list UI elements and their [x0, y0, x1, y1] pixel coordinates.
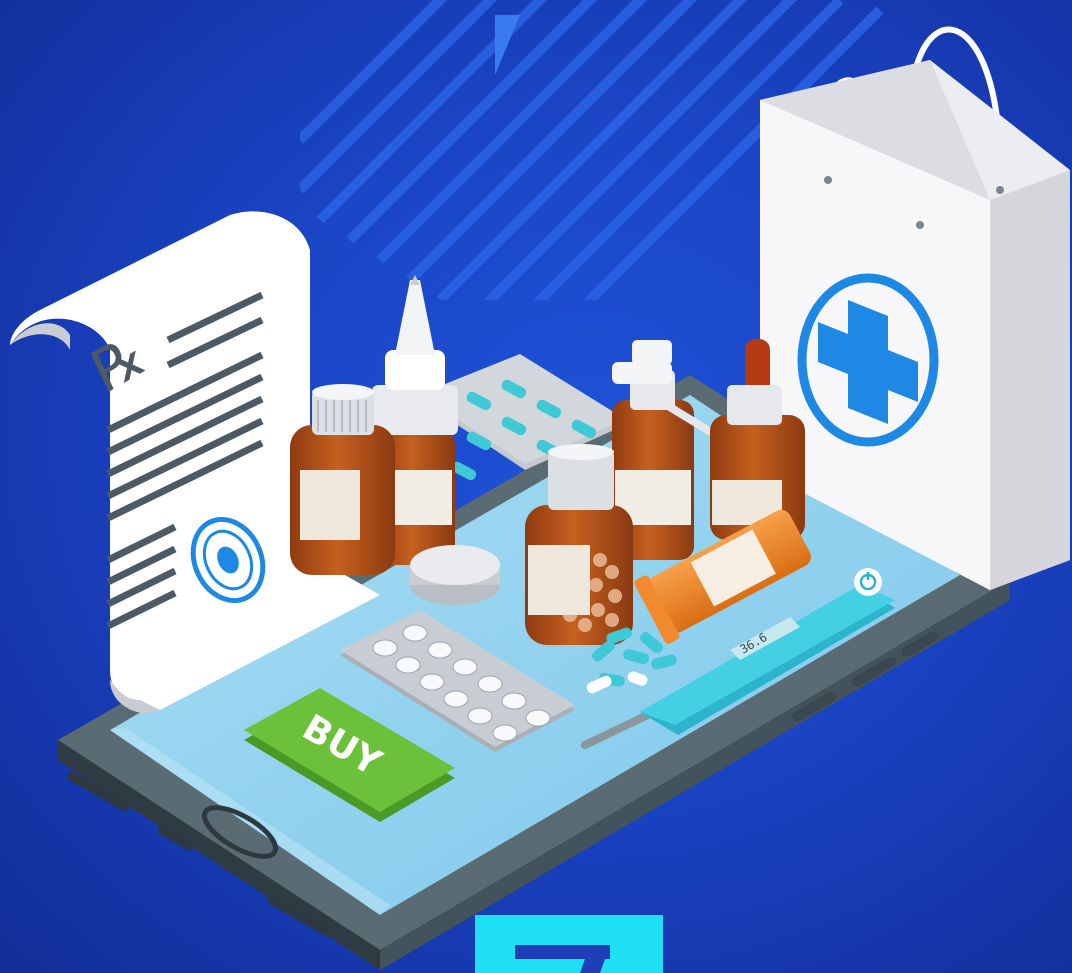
scene-svg: ℞ 36.6 BUY: [10, 0, 1070, 973]
bottle-cap: [410, 545, 500, 605]
decor-triangle: [495, 15, 520, 75]
bottom-badge: [475, 915, 663, 973]
pharmacy-illustration: ℞ 36.6 BUY: [0, 0, 1072, 973]
power-icon: [854, 568, 882, 596]
